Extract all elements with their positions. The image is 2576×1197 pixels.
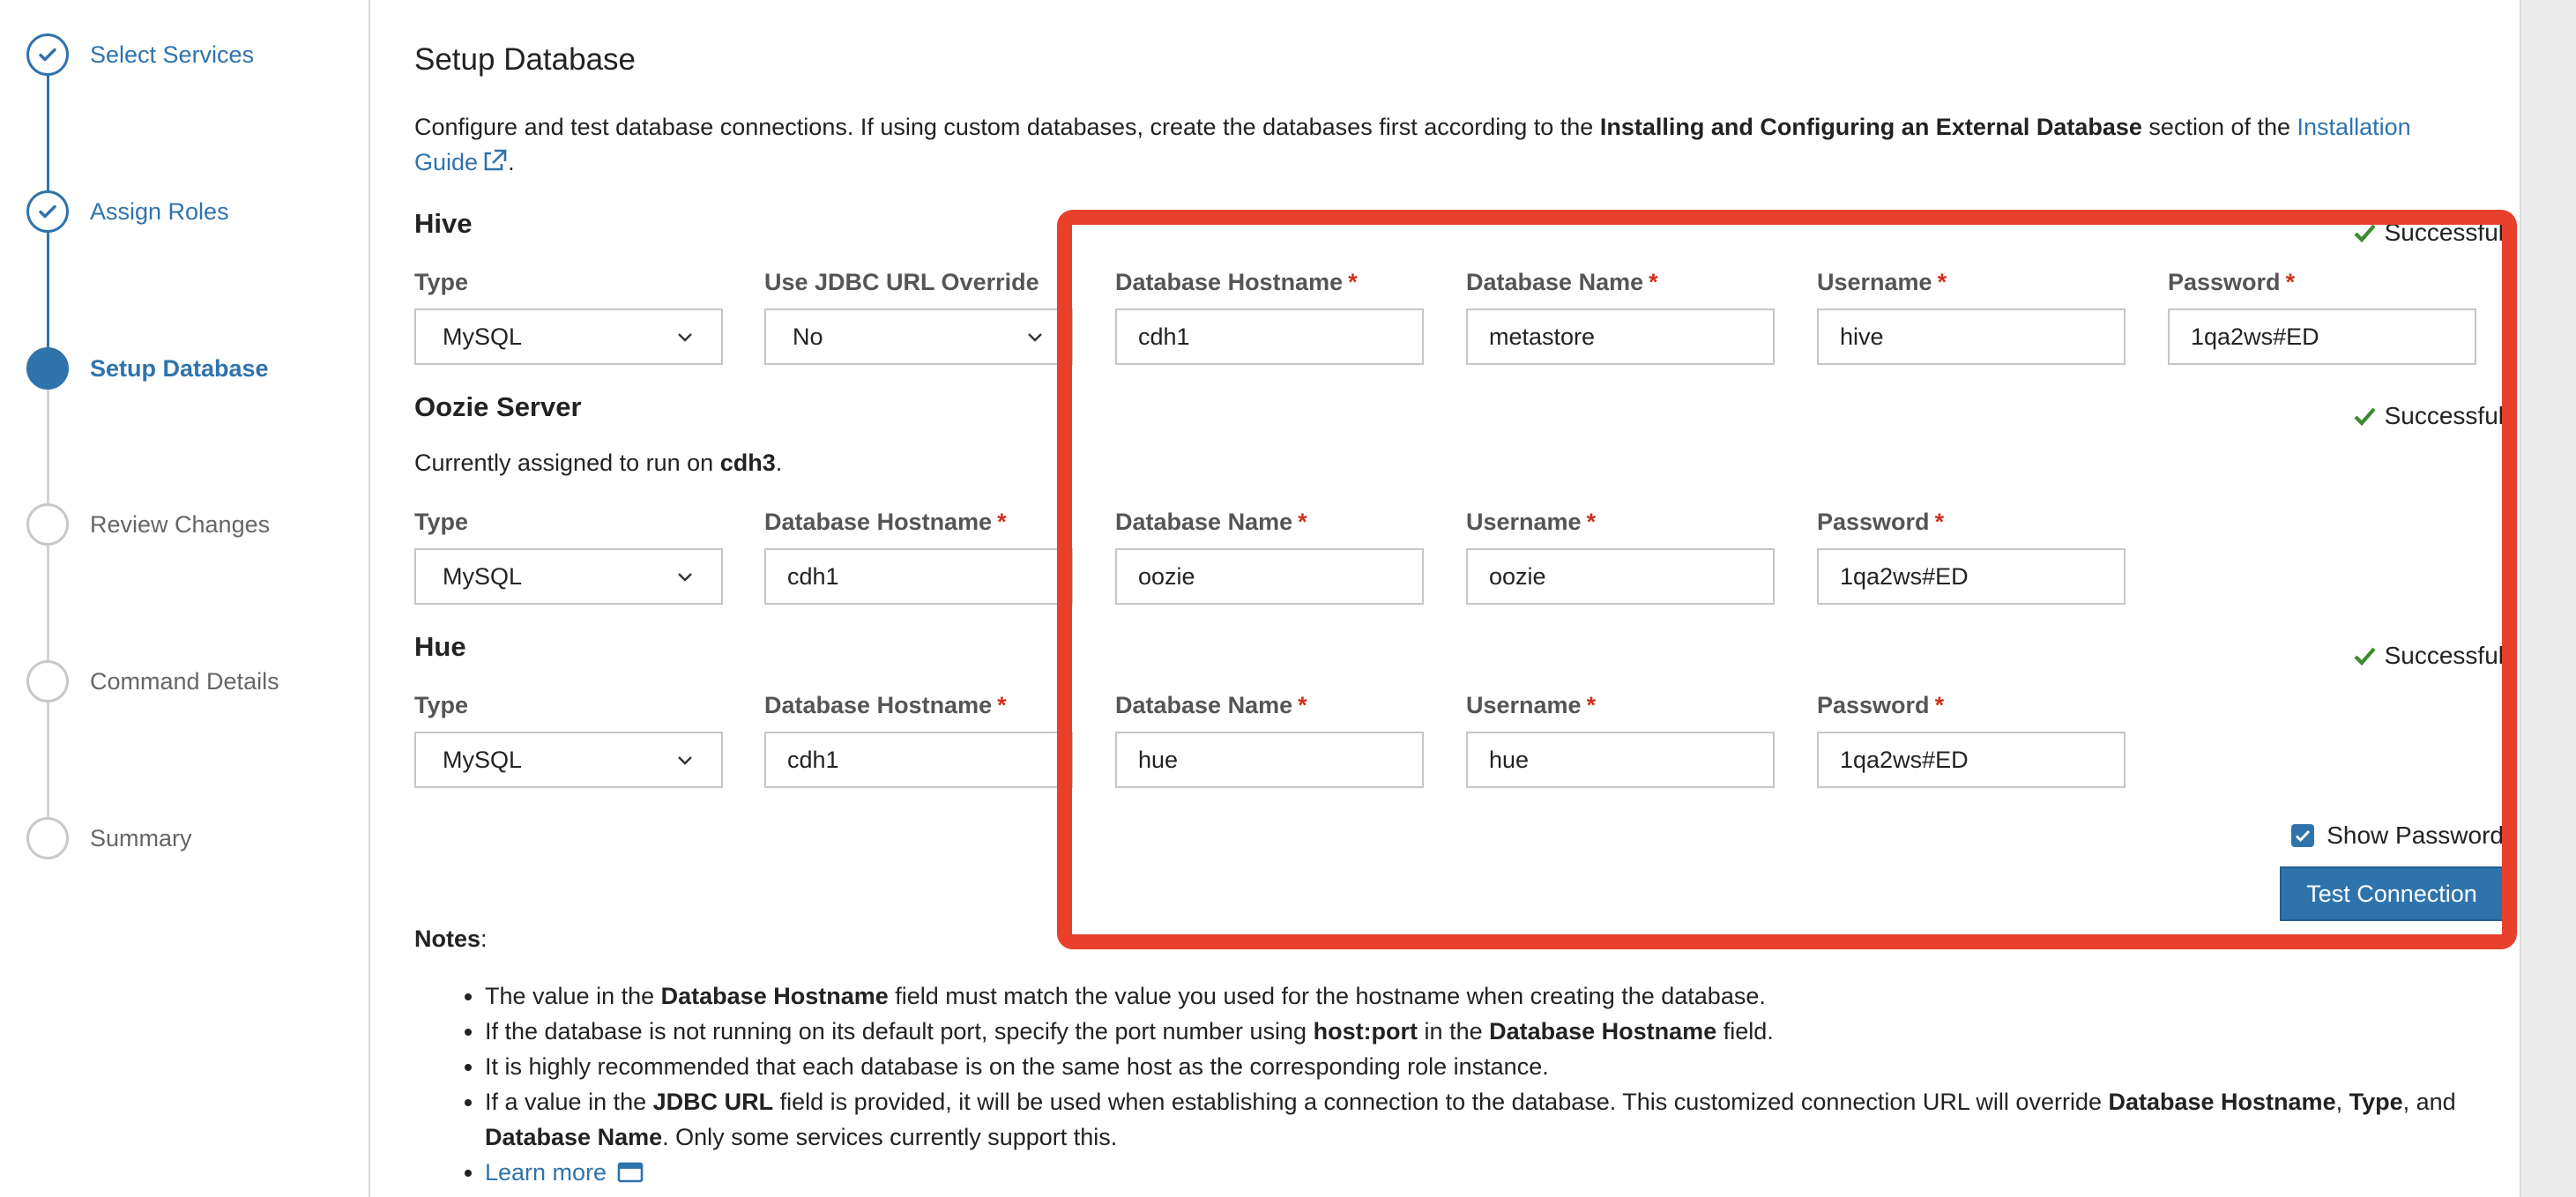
intro-suffix: . [508, 149, 515, 175]
oozie-section-title: Oozie Server [414, 391, 582, 422]
assigned-suffix: . [775, 450, 783, 476]
hive-jdbc-label: Use JDBC URL Override [764, 269, 1039, 296]
assigned-prefix: Currently assigned to run on [414, 450, 720, 476]
progress-line-remaining [47, 368, 49, 836]
list-item: Learn more [485, 1155, 2495, 1190]
learn-more-link[interactable]: Learn more [485, 1159, 607, 1186]
hive-type-select[interactable]: MySQL [414, 309, 723, 365]
note-text: If the database is not running on its de… [485, 1018, 1314, 1045]
note-text: If a value in the [485, 1089, 653, 1115]
page-title: Setup Database [414, 42, 637, 77]
note-text: The value in the [485, 983, 661, 1009]
list-item: If a value in the JDBC URL field is prov… [485, 1084, 2495, 1155]
oozie-type-select[interactable]: MySQL [414, 548, 723, 605]
step-setup-database: Setup Database [26, 346, 269, 390]
note-text: in the [1418, 1018, 1490, 1045]
pending-step-dot-icon [26, 503, 69, 546]
list-item: If the database is not running on its de… [485, 1014, 2495, 1049]
required-marker: * [997, 509, 1007, 535]
highlight-annotation-box [1057, 210, 2517, 949]
wizard-steps-sidebar: Select Services Assign Roles Setup Datab… [0, 0, 370, 1197]
check-icon [26, 190, 69, 233]
hive-jdbc-override-select[interactable]: No [764, 309, 1073, 365]
label-text: Type [414, 692, 469, 718]
note-text: field is provided, it will be used when … [773, 1089, 2109, 1115]
intro-bold: Installing and Configuring an External D… [1599, 114, 2142, 140]
hue-hostname-input[interactable]: cdh1 [764, 732, 1073, 788]
hue-type-select[interactable]: MySQL [414, 732, 723, 788]
list-item: It is highly recommended that each datab… [485, 1049, 2495, 1084]
step-label: Setup Database [90, 354, 269, 382]
note-bold: Database Hostname [1489, 1018, 1717, 1045]
note-text: , [2335, 1089, 2349, 1115]
hue-section-title: Hue [414, 631, 466, 662]
step-label: Review Changes [90, 510, 271, 538]
note-bold: Type [2349, 1089, 2403, 1115]
note-text: It is highly recommended that each datab… [485, 1053, 1549, 1080]
select-value: MySQL [443, 562, 523, 590]
label-text: Database Hostname [764, 509, 993, 535]
list-item: The value in the Database Hostname field… [485, 978, 2495, 1014]
oozie-type-label: Type [414, 509, 468, 536]
notes-title-text: Notes [414, 926, 481, 952]
right-gutter [2520, 0, 2576, 1197]
current-step-dot-icon [26, 347, 69, 390]
pending-step-dot-icon [26, 817, 69, 859]
note-bold: Database Hostname [660, 983, 889, 1009]
oozie-hostname-label: Database Hostname * [764, 509, 1007, 536]
pending-step-dot-icon [26, 660, 69, 703]
note-text: field. [1716, 1018, 1774, 1045]
step-select-services[interactable]: Select Services [26, 33, 254, 77]
hive-section-title: Hive [414, 208, 473, 239]
label-text: Database Hostname [764, 692, 993, 718]
select-value: MySQL [443, 323, 523, 350]
step-label: Summary [90, 824, 192, 851]
select-value: MySQL [443, 746, 523, 773]
external-link-icon[interactable] [481, 148, 508, 173]
note-text: field must match the value you used for … [888, 983, 1766, 1009]
note-bold: Database Hostname [2108, 1089, 2336, 1115]
hue-type-label: Type [414, 692, 468, 719]
step-command-details: Command Details [26, 659, 279, 703]
notes-list: The value in the Database Hostname field… [485, 978, 2495, 1190]
note-bold: Database Name [485, 1124, 663, 1150]
hive-type-label: Type [414, 269, 468, 296]
label-text: Type [414, 509, 469, 535]
hue-hostname-label: Database Hostname * [764, 692, 1007, 719]
input-value: cdh1 [787, 562, 839, 590]
step-label: Command Details [90, 667, 279, 695]
intro-mid: section of the [2141, 114, 2297, 140]
oozie-hostname-input[interactable]: cdh1 [764, 548, 1073, 605]
input-value: cdh1 [787, 746, 839, 773]
label-text: Type [414, 269, 469, 295]
step-assign-roles[interactable]: Assign Roles [26, 190, 229, 234]
step-summary: Summary [26, 816, 192, 860]
chevron-down-icon [678, 333, 692, 342]
step-label[interactable]: Assign Roles [90, 198, 229, 226]
oozie-assigned-text: Currently assigned to run on cdh3. [414, 450, 782, 477]
chevron-down-icon [678, 756, 692, 765]
intro-text: Configure and test database connections.… [414, 109, 2477, 180]
note-bold: JDBC URL [652, 1089, 774, 1115]
note-text: , and [2402, 1089, 2456, 1115]
step-review-changes: Review Changes [26, 502, 270, 546]
label-text: Use JDBC URL Override [764, 269, 1039, 295]
required-marker: * [997, 692, 1007, 718]
step-label[interactable]: Select Services [90, 41, 254, 69]
open-window-icon[interactable] [617, 1162, 644, 1183]
note-bold: host:port [1313, 1018, 1418, 1045]
assigned-host: cdh3 [719, 450, 776, 476]
notes-title: Notes: [414, 926, 488, 953]
note-text: . Only some services currently support t… [662, 1124, 1118, 1150]
select-value: No [793, 323, 823, 350]
chevron-down-icon [678, 573, 692, 582]
notes-colon: : [480, 926, 488, 952]
chevron-down-icon [1028, 333, 1042, 342]
check-icon [26, 33, 69, 76]
intro-prefix: Configure and test database connections.… [414, 114, 1600, 140]
